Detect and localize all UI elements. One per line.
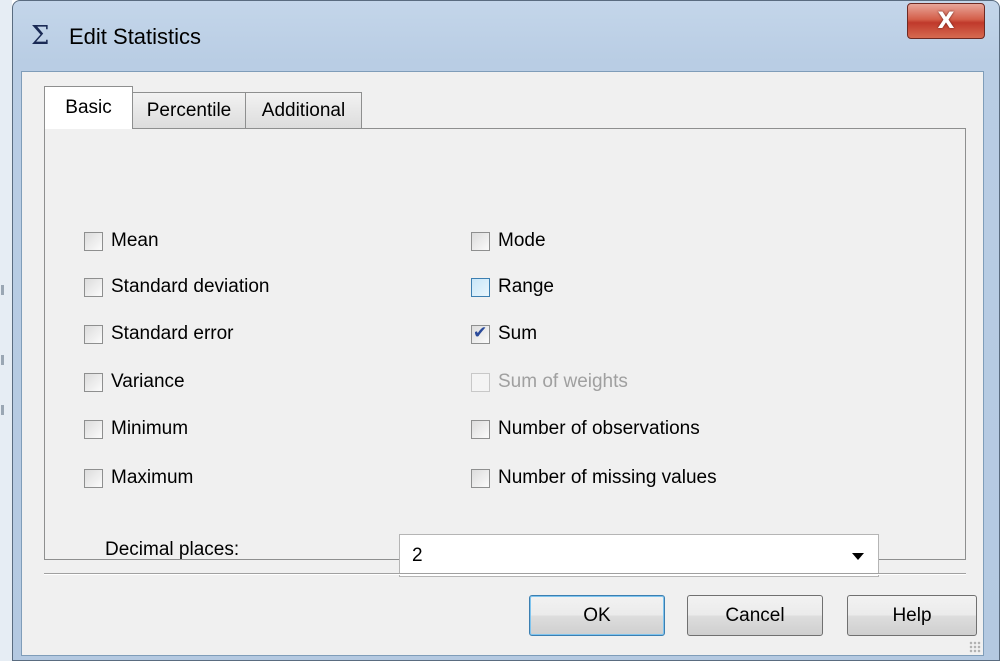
range-checkbox[interactable]: Range [471, 275, 554, 299]
checkbox-box[interactable] [471, 419, 490, 439]
button-label: Help [892, 604, 932, 626]
resize-grip-icon[interactable] [969, 641, 981, 653]
checkbox-label: Number of observations [498, 418, 700, 439]
standard-deviation-checkbox[interactable]: Standard deviation [84, 275, 269, 299]
ok-button[interactable]: OK [529, 595, 665, 636]
chevron-down-icon[interactable] [852, 553, 864, 560]
checkbox-box[interactable] [84, 419, 103, 439]
checkbox-label: Sum of weights [498, 371, 628, 392]
checkmark-icon: ✔ [473, 322, 488, 343]
standard-error-checkbox[interactable]: Standard error [84, 322, 234, 346]
checkbox-box[interactable] [84, 324, 103, 344]
separator [44, 573, 966, 575]
dropdown-value: 2 [412, 545, 423, 566]
sum-of-weights-checkbox: Sum of weights [471, 370, 628, 394]
edge-mark [1, 405, 4, 415]
sigma-icon: Σ [31, 21, 50, 51]
minimum-checkbox[interactable]: Minimum [84, 417, 188, 441]
mode-checkbox[interactable]: Mode [471, 229, 546, 253]
help-button[interactable]: Help [847, 595, 977, 636]
sum-checkbox[interactable]: ✔ Sum [471, 322, 537, 346]
checkbox-label: Standard deviation [111, 276, 270, 297]
number-of-missing-values-checkbox[interactable]: Number of missing values [471, 466, 717, 490]
number-of-observations-checkbox[interactable]: Number of observations [471, 417, 700, 441]
tab-additional[interactable]: Additional [245, 92, 362, 129]
variance-checkbox[interactable]: Variance [84, 370, 185, 394]
background-window-edge [0, 0, 12, 661]
checkbox-label: Range [498, 276, 554, 297]
checkbox-box [471, 372, 490, 392]
tab-label: Basic [65, 97, 112, 118]
checkbox-label: Sum [498, 323, 538, 344]
checkbox-box[interactable] [84, 468, 103, 488]
checkbox-box[interactable]: ✔ [471, 322, 490, 344]
checkbox-box[interactable] [471, 277, 490, 297]
checkbox-label: Minimum [111, 418, 189, 439]
tab-percentile[interactable]: Percentile [132, 92, 246, 129]
checkbox-box[interactable] [471, 231, 490, 251]
maximum-checkbox[interactable]: Maximum [84, 466, 193, 490]
close-icon: X [937, 8, 955, 34]
decimal-places-dropdown[interactable]: 2 [399, 534, 879, 577]
tab-label: Additional [261, 100, 346, 121]
button-label: Cancel [725, 604, 785, 626]
title-bar[interactable]: Σ Edit Statistics X [13, 1, 999, 71]
checkbox-box[interactable] [471, 468, 490, 488]
checkbox-label: Mean [111, 230, 159, 251]
checkbox-label: Standard error [111, 323, 234, 344]
edit-statistics-dialog: Σ Edit Statistics X Basic Percentile Add… [12, 0, 1000, 661]
basic-tab-panel: Mean Standard deviation Standard error V… [44, 128, 966, 577]
tab-label: Percentile [146, 100, 232, 121]
checkbox-label: Maximum [111, 467, 194, 488]
checkbox-label: Variance [111, 371, 185, 392]
edge-mark [1, 285, 4, 295]
checkbox-label: Mode [498, 230, 546, 251]
cancel-button[interactable]: Cancel [687, 595, 823, 636]
dialog-client-area: Basic Percentile Additional Mean Standar… [21, 71, 984, 656]
window-title: Edit Statistics [69, 24, 202, 49]
close-button[interactable]: X [907, 3, 985, 39]
checkbox-box[interactable] [84, 277, 103, 297]
checkbox-label: Number of missing values [498, 467, 717, 488]
mean-checkbox[interactable]: Mean [84, 229, 159, 253]
edge-mark [1, 355, 4, 365]
decimal-places-label: Decimal places: [105, 539, 240, 560]
button-label: OK [583, 604, 611, 626]
tab-basic[interactable]: Basic [44, 86, 133, 129]
checkbox-box[interactable] [84, 372, 103, 392]
checkbox-box[interactable] [84, 231, 103, 251]
